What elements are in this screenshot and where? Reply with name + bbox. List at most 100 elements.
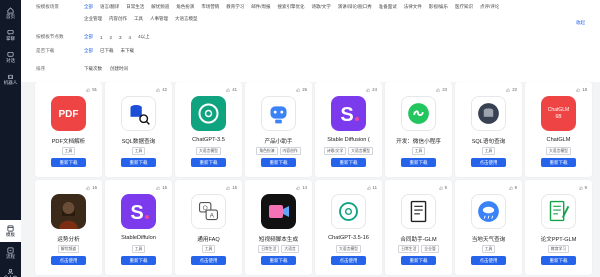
- like-count[interactable]: 24: [366, 87, 377, 92]
- like-count[interactable]: 9: [438, 185, 447, 190]
- filter-chip[interactable]: 全部: [84, 34, 93, 40]
- template-card[interactable]: 26 产品小助手 角色扮演 内容创作 重新下载: [245, 82, 312, 177]
- template-card[interactable]: 16 运势分析 解忧频道 点击使用: [35, 180, 102, 275]
- sidebar-item-5[interactable]: 模板: [0, 220, 21, 242]
- card-tags: 工具: [35, 147, 102, 155]
- filter-chip[interactable]: 4以上: [138, 34, 150, 40]
- use-button[interactable]: 点击使用: [331, 256, 366, 265]
- filter-chip[interactable]: 市场营销: [201, 4, 219, 10]
- like-count[interactable]: 11: [366, 185, 377, 190]
- sidebar-item-3[interactable]: 对话: [0, 46, 21, 68]
- template-card[interactable]: 15 S StableDiffulon 工具 重新下载: [105, 180, 172, 275]
- filter-label: 按模板节点数: [36, 34, 64, 39]
- filter-row-nodes: 按模板节点数 全部 1 2 3 4 4以上: [36, 32, 157, 42]
- openai-icon: [191, 96, 226, 131]
- like-count[interactable]: 16: [86, 185, 97, 190]
- redownload-button[interactable]: 重新下载: [541, 158, 576, 167]
- like-count[interactable]: 41: [226, 87, 237, 92]
- template-card[interactable]: 91 PDF PDF文档解析 工具 重新下载: [35, 82, 102, 177]
- sort-select[interactable]: 下载次数: [84, 66, 102, 72]
- redownload-button[interactable]: 重新下载: [541, 256, 576, 265]
- like-count[interactable]: 26: [296, 87, 307, 92]
- filter-chip[interactable]: 准备面试: [379, 4, 397, 10]
- like-count[interactable]: 22: [506, 87, 517, 92]
- filter-chip[interactable]: 未下载: [121, 48, 135, 54]
- like-icon: [366, 87, 370, 92]
- template-card[interactable]: 41 ChatGPT-3.5 大语言模型 重新下载: [175, 82, 242, 177]
- filter-chip[interactable]: 3: [119, 35, 122, 40]
- filter-chip[interactable]: 医疗知识: [455, 4, 473, 10]
- filter-chip[interactable]: 诗歌/文学: [312, 4, 331, 10]
- filter-chip[interactable]: 2: [110, 35, 113, 40]
- card-tag: 大语言: [281, 245, 299, 253]
- template-card[interactable]: 14 短视频脚本生成 日常生活 大语言 重新下载: [245, 180, 312, 275]
- redownload-button[interactable]: 重新下载: [331, 158, 366, 167]
- sort-select[interactable]: 创建时间: [110, 66, 128, 72]
- template-card[interactable]: 23 开发：微信小程序 工具 重新下载: [385, 82, 452, 177]
- like-count[interactable]: 15: [226, 185, 237, 190]
- filter-chip[interactable]: 人事管理: [150, 16, 168, 22]
- filter-chip[interactable]: 1: [100, 35, 103, 40]
- redownload-button[interactable]: 重新下载: [121, 158, 156, 167]
- like-count[interactable]: 23: [436, 87, 447, 92]
- filter-chip[interactable]: 内容创作: [109, 16, 127, 22]
- redownload-button[interactable]: 重新下载: [121, 256, 156, 265]
- filter-chip[interactable]: 法律文件: [404, 4, 422, 10]
- template-card[interactable]: 15 Q A 通用FAQ 工具 点击使用: [175, 180, 242, 275]
- filter-chip[interactable]: 演讲/辩论/脱口秀: [338, 4, 372, 10]
- filter-chip[interactable]: 搜索引擎优化: [278, 4, 305, 10]
- card-title: SQL语句查询: [471, 139, 506, 145]
- template-card[interactable]: 18 ChatGLM 6B ChatGLM 大语言模型 重新下载: [525, 82, 592, 177]
- template-grid: 91 PDF PDF文档解析 工具 重新下载 42 SQL数据查询 工具 重新下载 41 ChatG…: [21, 82, 600, 277]
- like-count[interactable]: 18: [576, 87, 587, 92]
- filter-chip[interactable]: 语言/翻译: [100, 4, 119, 10]
- filter-chip[interactable]: 日常生活: [126, 4, 144, 10]
- filter-chip[interactable]: 解忧频道: [151, 4, 169, 10]
- filter-chip[interactable]: 全部: [84, 48, 93, 54]
- sidebar-item-4[interactable]: 机器人: [0, 68, 21, 90]
- use-button[interactable]: 点击使用: [471, 256, 506, 265]
- use-button[interactable]: 点击使用: [191, 256, 226, 265]
- card-title: 开发：微信小程序: [396, 139, 441, 145]
- like-count[interactable]: 9: [578, 185, 587, 190]
- template-card[interactable]: 11 ChatGPT-3.5-16 大语言模型 点击使用: [315, 180, 382, 275]
- filter-chip[interactable]: 已下载: [100, 48, 114, 54]
- template-card[interactable]: 24 S Stable Diffusion (诗歌/文学 大语言模型 重新下载: [315, 82, 382, 177]
- like-count[interactable]: 9: [508, 185, 517, 190]
- template-card[interactable]: 9 当地天气查询 工具 点击使用: [455, 180, 522, 275]
- like-count-value: 23: [442, 87, 447, 92]
- filter-chip[interactable]: 角色扮演: [176, 4, 194, 10]
- filter-chip[interactable]: 企业管理: [84, 16, 102, 22]
- template-card[interactable]: 42 SQL数据查询 工具 重新下载: [105, 82, 172, 177]
- card-tag: 企业管: [421, 245, 439, 253]
- filter-chip[interactable]: 4: [129, 35, 132, 40]
- svg-text:PDF: PDF: [59, 109, 79, 120]
- collapse-link[interactable]: 收起: [576, 20, 585, 26]
- sidebar-item-7[interactable]: 个人中: [0, 263, 21, 277]
- redownload-button[interactable]: 重新下载: [51, 158, 86, 167]
- redownload-button[interactable]: 重新下载: [261, 158, 296, 167]
- template-card[interactable]: 22 SQL语句查询 工具 点击使用: [455, 82, 522, 177]
- filter-chip[interactable]: 点评/评论: [480, 4, 499, 10]
- redownload-button[interactable]: 重新下载: [401, 158, 436, 167]
- sidebar-item-2[interactable]: 掌聊: [0, 24, 21, 46]
- template-card[interactable]: 9 论文PPT-GLM 教育学习 重新下载: [525, 180, 592, 275]
- like-count[interactable]: 14: [296, 185, 307, 190]
- sidebar-item-1[interactable]: 首页: [0, 2, 21, 24]
- use-button[interactable]: 点击使用: [471, 158, 506, 167]
- filter-chip[interactable]: 教育学习: [226, 4, 244, 10]
- redownload-button[interactable]: 重新下载: [191, 158, 226, 167]
- filter-chip[interactable]: 大语言模型: [175, 16, 198, 22]
- like-count[interactable]: 91: [86, 87, 97, 92]
- filter-chip[interactable]: 全部: [84, 4, 93, 10]
- redownload-button[interactable]: 重新下载: [261, 256, 296, 265]
- filter-chip[interactable]: 邮件/周报: [251, 4, 270, 10]
- filter-chip[interactable]: 影视/娱乐: [429, 4, 448, 10]
- use-button[interactable]: 点击使用: [51, 256, 86, 265]
- sidebar-item-6[interactable]: 流程: [0, 242, 21, 264]
- filter-chip[interactable]: 工具: [134, 16, 143, 22]
- redownload-button[interactable]: 重新下载: [401, 256, 436, 265]
- like-count[interactable]: 42: [156, 87, 167, 92]
- like-count[interactable]: 15: [156, 185, 167, 190]
- template-card[interactable]: 9 合同助手-GLM 日常生活 企业管 重新下载: [385, 180, 452, 275]
